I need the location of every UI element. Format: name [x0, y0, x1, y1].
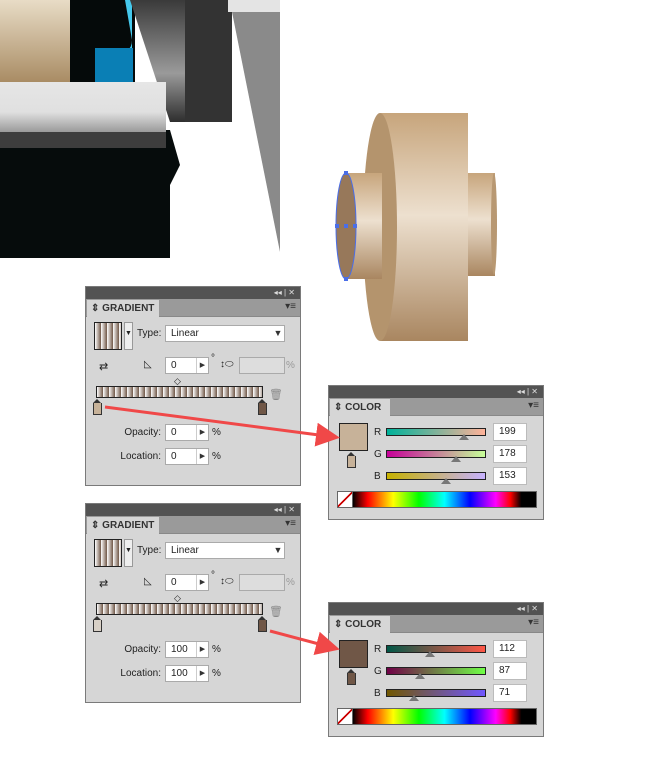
percent-symbol: %: [212, 451, 221, 462]
b-slider-thumb[interactable]: [441, 478, 451, 484]
b-slider[interactable]: [386, 689, 486, 697]
degree-symbol: °: [211, 570, 215, 581]
angle-icon: ◺: [144, 359, 152, 370]
gradient-panel: ◂◂ | ✕ ⇕ GRADIENT ▾≡ ▼ Type: Linear ▼ ⇄ ◺ …: [85, 503, 301, 703]
machine-illustration: [0, 0, 280, 258]
collapse-button[interactable]: ◂◂: [517, 604, 525, 613]
gradient-stop-left[interactable]: [93, 399, 102, 415]
panel-menu-button[interactable]: ▾≡: [285, 518, 296, 529]
cylinder-object: [335, 113, 497, 341]
swatch-dropdown-button[interactable]: ▼: [124, 322, 133, 350]
aspect-ratio-icon: ↕⬭: [220, 359, 234, 370]
r-input[interactable]: 199: [493, 423, 527, 441]
type-select[interactable]: Linear ▼: [165, 542, 285, 559]
opacity-input[interactable]: 100 ▶: [165, 641, 209, 658]
r-input[interactable]: 112: [493, 640, 527, 658]
panel-titlebar: ◂◂ | ✕: [86, 287, 300, 299]
close-button[interactable]: ✕: [288, 505, 295, 514]
r-slider[interactable]: [386, 645, 486, 653]
tab-color[interactable]: ⇕ COLOR: [330, 616, 390, 634]
panel-menu-button[interactable]: ▾≡: [528, 400, 539, 411]
collapse-button[interactable]: ◂◂: [517, 387, 525, 396]
g-slider[interactable]: [386, 450, 486, 458]
percent-symbol: %: [286, 360, 295, 371]
percent-symbol: %: [286, 577, 295, 588]
g-label: G: [374, 666, 382, 677]
angle-input[interactable]: 0 ▶: [165, 574, 209, 591]
g-input[interactable]: 178: [493, 445, 527, 463]
percent-symbol: %: [212, 644, 221, 655]
swatch-dropdown-button[interactable]: ▼: [124, 539, 133, 567]
aspect-ratio-input: [239, 574, 285, 591]
percent-symbol: %: [212, 668, 221, 679]
close-button[interactable]: ✕: [531, 387, 538, 396]
close-button[interactable]: ✕: [531, 604, 538, 613]
collapse-button[interactable]: ◂◂: [274, 505, 282, 514]
color-panel: ◂◂ | ✕ ⇕ COLOR ▾≡ R 112 G 87 B 71: [328, 602, 544, 737]
color-spectrum[interactable]: [352, 491, 537, 508]
g-slider-thumb[interactable]: [451, 456, 461, 462]
location-label: Location:: [120, 668, 161, 679]
g-input[interactable]: 87: [493, 662, 527, 680]
r-slider-thumb[interactable]: [425, 651, 435, 657]
panel-menu-button[interactable]: ▾≡: [528, 617, 539, 628]
color-panel: ◂◂ | ✕ ⇕ COLOR ▾≡ R 199 G 178 B 153: [328, 385, 544, 520]
color-spectrum[interactable]: [352, 708, 537, 725]
g-slider-thumb[interactable]: [415, 673, 425, 679]
g-slider[interactable]: [386, 667, 486, 675]
b-input[interactable]: 153: [493, 467, 527, 485]
tab-gradient[interactable]: ⇕ GRADIENT: [87, 517, 159, 535]
delete-stop-icon[interactable]: 🗑: [269, 388, 283, 401]
gradient-swatch[interactable]: [94, 322, 122, 350]
r-slider[interactable]: [386, 428, 486, 436]
gradient-swatch[interactable]: [94, 539, 122, 567]
opacity-label: Opacity:: [124, 644, 161, 655]
b-input[interactable]: 71: [493, 684, 527, 702]
angle-input[interactable]: 0 ▶: [165, 357, 209, 374]
none-color-button[interactable]: [337, 708, 353, 725]
tab-color[interactable]: ⇕ COLOR: [330, 399, 390, 417]
type-label: Type:: [137, 328, 162, 339]
reverse-gradient-icon[interactable]: ⇄: [99, 577, 108, 590]
opacity-label: Opacity:: [124, 427, 161, 438]
gradient-slider[interactable]: [96, 603, 263, 615]
tab-gradient[interactable]: ⇕ GRADIENT: [87, 300, 159, 318]
r-slider-thumb[interactable]: [459, 434, 469, 440]
type-select[interactable]: Linear ▼: [165, 325, 285, 342]
g-label: G: [374, 449, 382, 460]
location-input[interactable]: 0 ▶: [165, 448, 209, 465]
gradient-stop-left[interactable]: [93, 616, 102, 632]
r-label: R: [374, 644, 382, 655]
fill-color-swatch[interactable]: [339, 423, 368, 451]
opacity-input[interactable]: 0 ▶: [165, 424, 209, 441]
aspect-ratio-icon: ↕⬭: [220, 576, 234, 587]
aspect-ratio-input: [239, 357, 285, 374]
close-button[interactable]: ✕: [288, 288, 295, 297]
gradient-slider[interactable]: [96, 386, 263, 398]
b-label: B: [374, 471, 381, 482]
type-label: Type:: [137, 545, 162, 556]
b-slider-thumb[interactable]: [409, 695, 419, 701]
reverse-gradient-icon[interactable]: ⇄: [99, 360, 108, 373]
b-label: B: [374, 688, 381, 699]
location-label: Location:: [120, 451, 161, 462]
gradient-panel: ◂◂ | ✕ ⇕ GRADIENT ▾≡ ▼ Type: Linear ▼ ⇄ ◺ …: [85, 286, 301, 486]
degree-symbol: °: [211, 353, 215, 364]
location-input[interactable]: 100 ▶: [165, 665, 209, 682]
stop-indicator-icon: [347, 669, 356, 685]
delete-stop-icon[interactable]: 🗑: [269, 605, 283, 618]
none-color-button[interactable]: [337, 491, 353, 508]
collapse-button[interactable]: ◂◂: [274, 288, 282, 297]
panel-menu-button[interactable]: ▾≡: [285, 301, 296, 312]
r-label: R: [374, 427, 382, 438]
angle-icon: ◺: [144, 576, 152, 587]
percent-symbol: %: [212, 427, 221, 438]
b-slider[interactable]: [386, 472, 486, 480]
gradient-stop-right[interactable]: [258, 616, 267, 632]
stop-indicator-icon: [347, 452, 356, 468]
fill-color-swatch[interactable]: [339, 640, 368, 668]
gradient-stop-right[interactable]: [258, 399, 267, 415]
